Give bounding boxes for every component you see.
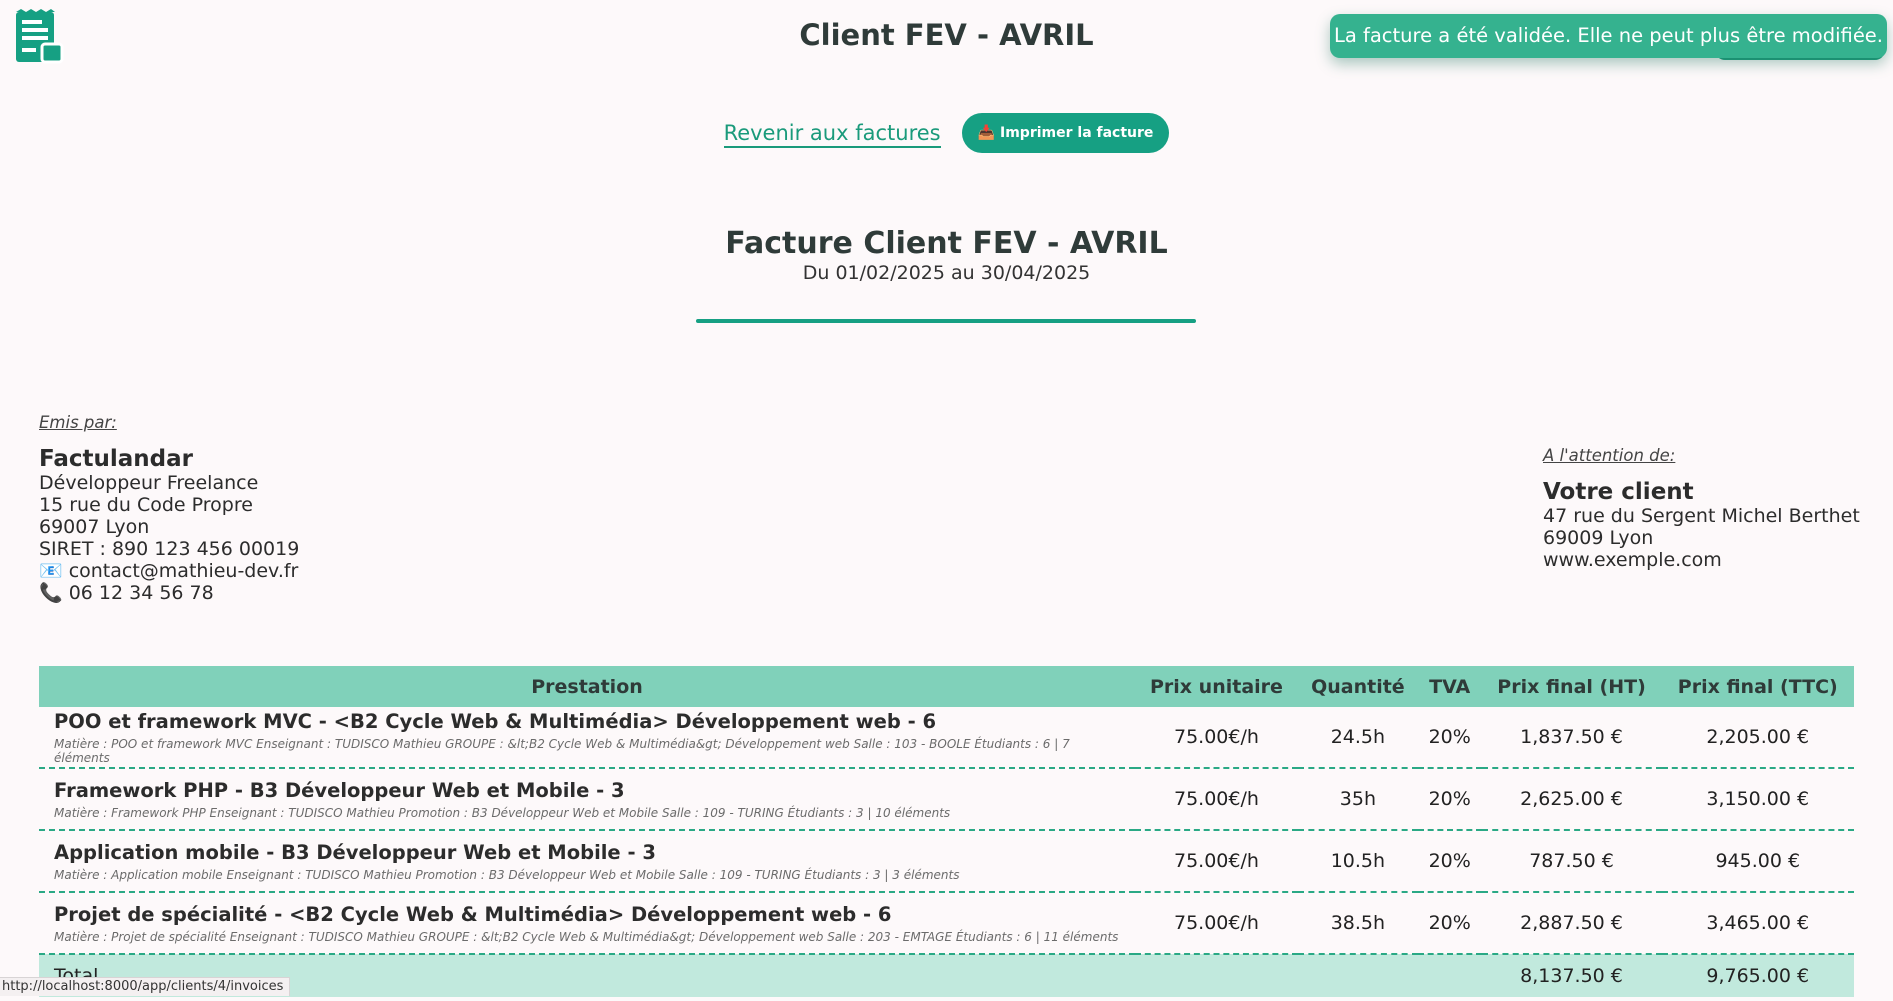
row-total-ttc: 3,150.00 € (1661, 768, 1854, 831)
row-vat: 20% (1417, 768, 1482, 831)
header-total-ht: Prix final (HT) (1481, 666, 1662, 707)
issuer-siret: SIRET : 890 123 456 00019 (39, 538, 300, 560)
row-total-ttc: 945.00 € (1661, 830, 1854, 893)
header-vat: TVA (1417, 666, 1482, 707)
table-row: Projet de spécialité - <B2 Cycle Web & M… (39, 892, 1854, 955)
invoice-period: Du 01/02/2025 au 30/04/2025 (802, 262, 1091, 284)
header-prestation: Prestation (39, 666, 1135, 707)
row-total-ht: 787.50 € (1481, 830, 1662, 893)
total-row: Total 8,137.50 € 9,765.00 € (39, 954, 1854, 997)
row-total-ttc: 3,465.00 € (1661, 892, 1854, 955)
row-vat: 20% (1417, 707, 1482, 769)
invoice-actions: Revenir aux factures 📥 Imprimer la factu… (0, 113, 1893, 153)
row-description: Projet de spécialité - <B2 Cycle Web & M… (39, 892, 1135, 955)
row-description: Application mobile - B3 Développeur Web … (39, 830, 1135, 893)
row-details: Matière : Application mobile Enseignant … (54, 867, 960, 882)
issuer-phone: 📞 06 12 34 56 78 (39, 582, 214, 604)
row-description: Framework PHP - B3 Développeur Web et Mo… (39, 768, 1135, 831)
recipient-website: www.exemple.com (1543, 549, 1722, 571)
row-title: Projet de spécialité - <B2 Cycle Web & M… (54, 902, 892, 926)
issuer-email: 📧 contact@mathieu-dev.fr (39, 560, 299, 582)
row-quantity: 35h (1297, 768, 1418, 831)
total-empty-cell (1135, 954, 1298, 997)
status-bar-url: http://localhost:8000/app/clients/4/invo… (0, 977, 291, 996)
header-total-ttc: Prix final (TTC) (1661, 666, 1854, 707)
row-total-ttc: 2,205.00 € (1661, 707, 1854, 769)
row-vat: 20% (1417, 830, 1482, 893)
recipient-section-label: A l'attention de: (1543, 446, 1676, 465)
table-row: POO et framework MVC - <B2 Cycle Web & M… (39, 707, 1854, 769)
header-quantity: Quantité (1297, 666, 1418, 707)
title-divider (696, 319, 1196, 323)
success-toast[interactable]: La facture a été validée. Elle ne peut p… (1330, 14, 1887, 58)
row-total-ht: 1,837.50 € (1481, 707, 1662, 769)
row-details: Matière : POO et framework MVC Enseignan… (54, 736, 1070, 765)
row-title: POO et framework MVC - <B2 Cycle Web & M… (54, 709, 937, 733)
row-quantity: 24.5h (1297, 707, 1418, 769)
recipient-name: Votre client (1543, 479, 1694, 505)
recipient-street: 47 rue du Sergent Michel Berthet (1543, 505, 1860, 527)
issuer-city: 69007 Lyon (39, 516, 150, 538)
row-unit-price: 75.00€/h (1135, 768, 1298, 831)
total-empty-cell (1297, 954, 1418, 997)
row-quantity: 38.5h (1297, 892, 1418, 955)
row-details: Matière : Framework PHP Enseignant : TUD… (54, 805, 951, 820)
issuer-block: Emis par: Factulandar Développeur Freela… (39, 412, 299, 604)
issuer-section-label: Emis par: (39, 413, 117, 432)
row-title: Framework PHP - B3 Développeur Web et Mo… (54, 778, 625, 802)
row-unit-price: 75.00€/h (1135, 707, 1298, 769)
header-unit-price: Prix unitaire (1135, 666, 1298, 707)
total-empty-cell (1417, 954, 1482, 997)
total-ttc: 9,765.00 € (1661, 954, 1854, 997)
issuer-role: Développeur Freelance (39, 472, 259, 494)
row-details: Matière : Projet de spécialité Enseignan… (54, 929, 1119, 944)
row-quantity: 10.5h (1297, 830, 1418, 893)
back-to-invoices-link[interactable]: Revenir aux factures (723, 121, 941, 148)
row-description: POO et framework MVC - <B2 Cycle Web & M… (39, 707, 1135, 769)
issuer-street: 15 rue du Code Propre (39, 494, 253, 516)
row-total-ht: 2,625.00 € (1481, 768, 1662, 831)
table-header-row: Prestation Prix unitaire Quantité TVA Pr… (39, 666, 1854, 707)
total-ht: 8,137.50 € (1481, 954, 1662, 997)
row-unit-price: 75.00€/h (1135, 892, 1298, 955)
invoice-items-table: Prestation Prix unitaire Quantité TVA Pr… (39, 666, 1854, 997)
row-total-ht: 2,887.50 € (1481, 892, 1662, 955)
table-row: Framework PHP - B3 Développeur Web et Mo… (39, 768, 1854, 831)
table-row: Application mobile - B3 Développeur Web … (39, 830, 1854, 893)
recipient-city: 69009 Lyon (1543, 527, 1654, 549)
row-unit-price: 75.00€/h (1135, 830, 1298, 893)
issuer-name: Factulandar (39, 446, 193, 472)
recipient-block: A l'attention de: Votre client 47 rue du… (1543, 445, 1860, 571)
row-title: Application mobile - B3 Développeur Web … (54, 840, 656, 864)
print-invoice-button[interactable]: 📥 Imprimer la facture (961, 113, 1170, 153)
row-vat: 20% (1417, 892, 1482, 955)
invoice-title: Facture Client FEV - AVRIL (725, 226, 1168, 261)
